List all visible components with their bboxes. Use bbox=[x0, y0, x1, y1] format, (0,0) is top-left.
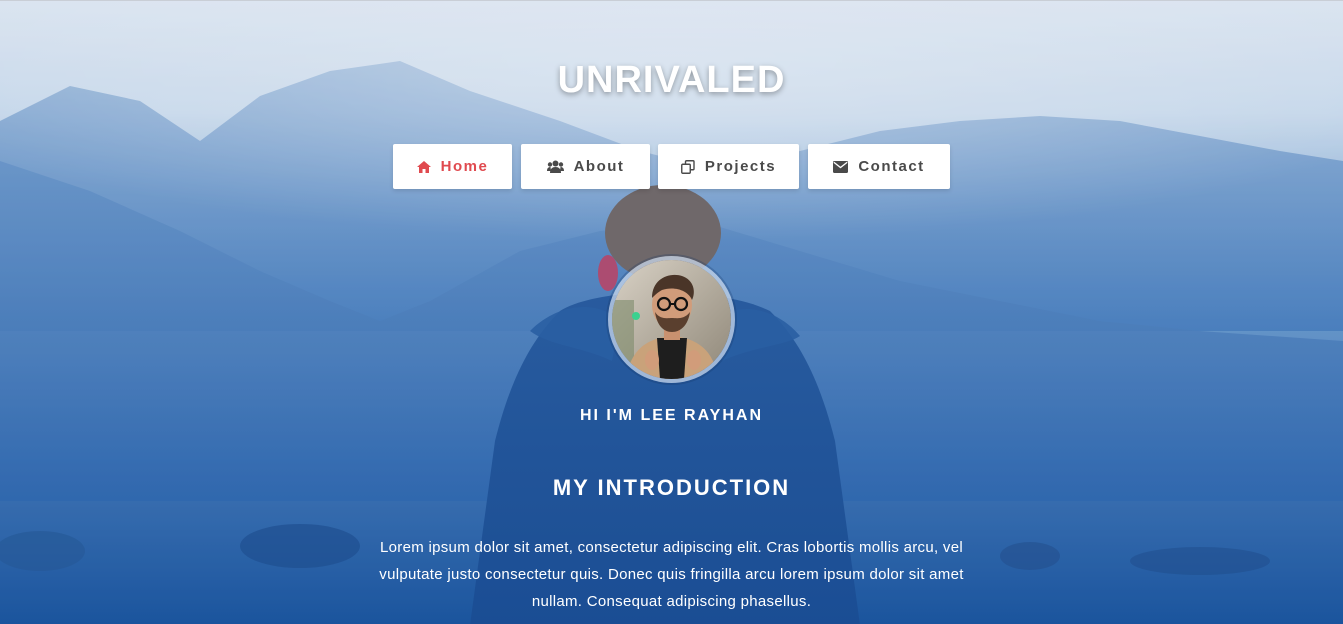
nav-about-label: About bbox=[573, 158, 625, 175]
intro-text: Lorem ipsum dolor sit amet, consectetur … bbox=[379, 539, 964, 610]
profile-photo bbox=[612, 260, 731, 379]
nav-contact-label: Contact bbox=[858, 158, 925, 175]
intro-heading: MY INTRODUCTION bbox=[552, 475, 791, 500]
users-icon bbox=[546, 160, 564, 173]
page: UNRIVALED Home About Projects Contact HI… bbox=[0, 0, 1343, 624]
copy-icon bbox=[680, 159, 695, 174]
profile-avatar bbox=[608, 256, 735, 383]
nav-about-button[interactable]: About bbox=[521, 144, 650, 189]
nav-home-label: Home bbox=[440, 158, 489, 175]
site-title: UNRIVALED bbox=[557, 59, 786, 101]
profile-greeting: HI I'M LEE RAYHAN bbox=[579, 407, 763, 424]
nav-home-button[interactable]: Home bbox=[393, 144, 512, 189]
nav-projects-button[interactable]: Projects bbox=[658, 144, 799, 189]
envelope-icon bbox=[833, 160, 849, 173]
nav-contact-button[interactable]: Contact bbox=[808, 144, 950, 189]
main-nav: Home About Projects Contact bbox=[0, 144, 1343, 190]
nav-projects-label: Projects bbox=[704, 158, 777, 175]
home-icon bbox=[416, 160, 431, 173]
